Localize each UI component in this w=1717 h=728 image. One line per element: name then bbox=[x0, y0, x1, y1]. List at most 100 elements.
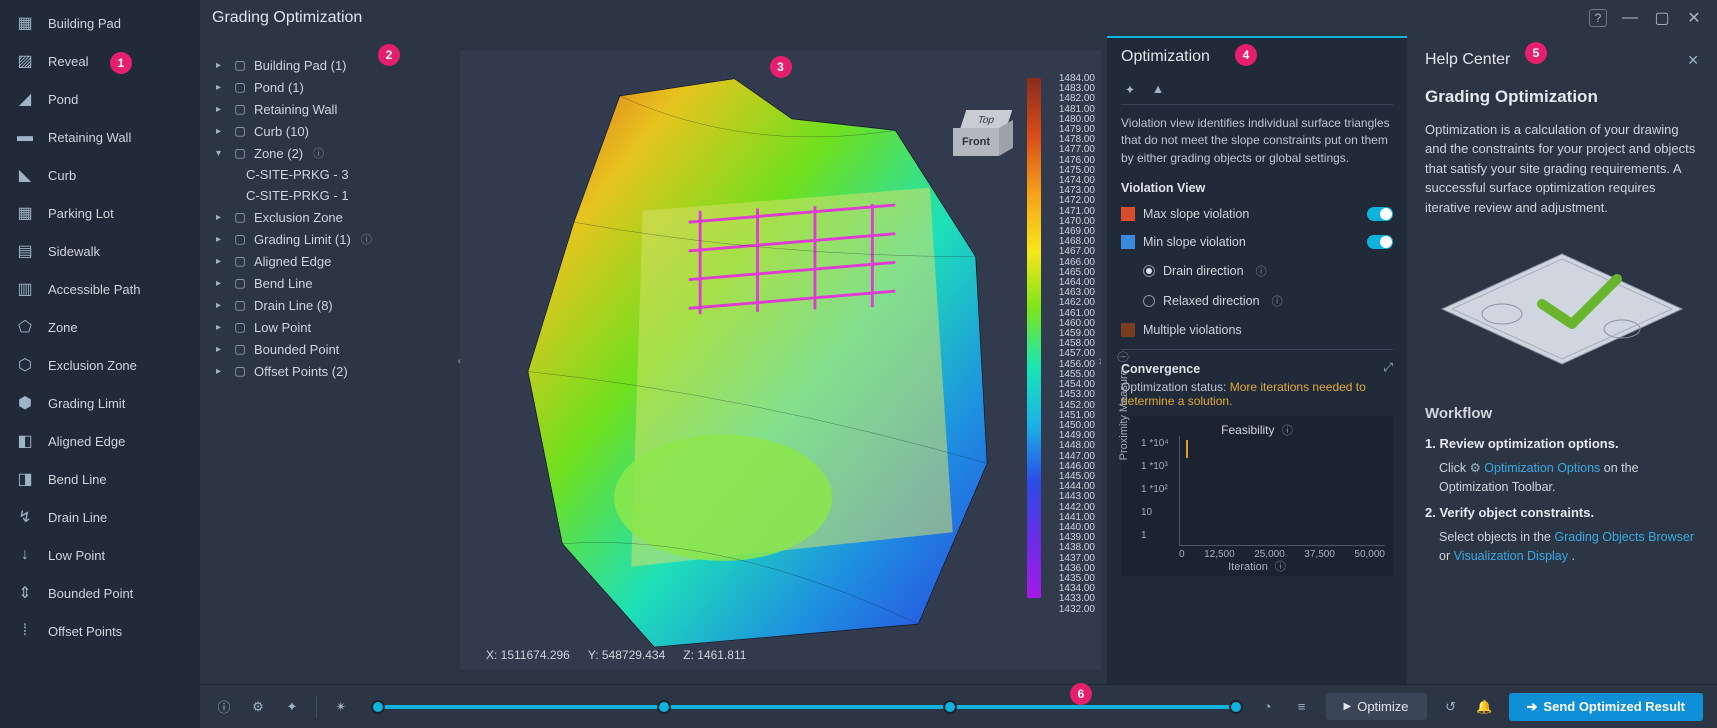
parking-lot-icon: ▦ bbox=[14, 202, 36, 224]
caret-icon[interactable]: ▸ bbox=[216, 278, 226, 289]
slider-handle-1[interactable] bbox=[371, 700, 385, 714]
tool-bounded-point[interactable]: ⇕Bounded Point bbox=[0, 574, 200, 612]
tree-item[interactable]: ▸▢Aligned Edge bbox=[214, 250, 454, 272]
visualization-display[interactable]: 3 bbox=[460, 50, 1101, 670]
tree-item[interactable]: ▸▢Curb (10) bbox=[214, 120, 454, 142]
maximize-button[interactable]: ▢ bbox=[1651, 7, 1673, 29]
tool-aligned-edge[interactable]: ◧Aligned Edge bbox=[0, 422, 200, 460]
tool-grading-limit[interactable]: ⬢Grading Limit bbox=[0, 384, 200, 422]
caret-icon[interactable]: ▸ bbox=[216, 104, 226, 115]
convergence-section: Convergence ⤢ Optimization status: More … bbox=[1121, 349, 1393, 576]
optimization-options-icon[interactable]: ≡ bbox=[1292, 697, 1312, 717]
caret-icon[interactable]: ▸ bbox=[216, 256, 226, 267]
tool-low-point[interactable]: ↓Low Point bbox=[0, 536, 200, 574]
notifications-icon[interactable]: 🔔 bbox=[1475, 697, 1495, 717]
retaining-wall-icon: ▬ bbox=[14, 126, 36, 148]
sliders-icon: ⚙ bbox=[1470, 461, 1481, 475]
elevation-label: 1443.00 bbox=[1059, 492, 1095, 502]
tree-child-item[interactable]: C-SITE-PRKG - 3 bbox=[214, 164, 454, 185]
viewcube[interactable]: Top Front bbox=[953, 110, 1013, 166]
caret-icon[interactable]: ▸ bbox=[216, 126, 226, 137]
relaxed-direction-radio[interactable] bbox=[1143, 295, 1155, 307]
tool-offset-points[interactable]: ⁞Offset Points bbox=[0, 612, 200, 650]
tool-sidewalk[interactable]: ▤Sidewalk bbox=[0, 232, 200, 270]
slider-handle-3[interactable] bbox=[943, 700, 957, 714]
slider-handle-4[interactable] bbox=[1229, 700, 1243, 714]
tool-label: Low Point bbox=[48, 548, 105, 563]
tool-accessible-path[interactable]: ▥Accessible Path bbox=[0, 270, 200, 308]
drain-direction-radio[interactable] bbox=[1143, 265, 1155, 277]
slider-handle-2[interactable] bbox=[657, 700, 671, 714]
viewcube-front[interactable]: Front bbox=[953, 128, 999, 156]
optimize-button[interactable]: ▶Optimize bbox=[1326, 693, 1427, 720]
tree-item[interactable]: ▸▢Grading Limit (1)ⓘ bbox=[214, 228, 454, 250]
tree-item[interactable]: ▸▢Retaining Wall bbox=[214, 98, 454, 120]
tree-item[interactable]: ▾▢Zone (2)ⓘ bbox=[214, 142, 454, 164]
tree-item-label: Zone (2) bbox=[254, 146, 303, 161]
info-icon[interactable]: ⓘ bbox=[1272, 293, 1283, 309]
tree-item-label: Pond (1) bbox=[254, 80, 304, 95]
tree-item[interactable]: ▸▢Offset Points (2) bbox=[214, 360, 454, 382]
tool-zone[interactable]: ⬠Zone bbox=[0, 308, 200, 346]
help-button[interactable]: ? bbox=[1587, 7, 1609, 29]
expand-viewport-handle[interactable]: › bbox=[1098, 352, 1101, 368]
info-icon[interactable]: ⓘ bbox=[214, 697, 234, 717]
minimize-button[interactable]: — bbox=[1619, 7, 1641, 29]
tree-item[interactable]: ▸▢Bounded Point bbox=[214, 338, 454, 360]
multiple-violations-swatch bbox=[1121, 323, 1135, 337]
close-button[interactable]: ✕ bbox=[1683, 7, 1705, 29]
grading-objects-browser-link[interactable]: Grading Objects Browser bbox=[1554, 530, 1694, 544]
info-icon[interactable]: ⓘ bbox=[1256, 263, 1267, 279]
optimization-options-link[interactable]: Optimization Options bbox=[1484, 461, 1600, 475]
speed-icon[interactable]: ◔ bbox=[1258, 697, 1278, 717]
tree-item[interactable]: ▸▢Drain Line (8) bbox=[214, 294, 454, 316]
violation-view-tab-icon[interactable]: ✦ bbox=[1121, 80, 1139, 98]
caret-icon[interactable]: ▸ bbox=[216, 60, 226, 71]
relaxed-direction-row: Relaxed direction ⓘ bbox=[1121, 291, 1393, 311]
tool-reveal[interactable]: ▨Reveal bbox=[0, 42, 200, 80]
tool-parking-lot[interactable]: ▦Parking Lot bbox=[0, 194, 200, 232]
help-close-button[interactable]: ✕ bbox=[1687, 50, 1699, 71]
tool-drain-line[interactable]: ↯Drain Line bbox=[0, 498, 200, 536]
caret-icon[interactable]: ▸ bbox=[216, 234, 226, 245]
tool-curb[interactable]: ◣Curb bbox=[0, 156, 200, 194]
reveal-icon: ▨ bbox=[14, 50, 36, 72]
send-optimized-result-button[interactable]: ➔Send Optimized Result bbox=[1509, 693, 1703, 721]
tree-item[interactable]: ▸▢Pond (1) bbox=[214, 76, 454, 98]
tree-item[interactable]: ▸▢Low Point bbox=[214, 316, 454, 338]
info-icon[interactable]: ⓘ bbox=[361, 231, 372, 247]
caret-icon[interactable]: ▸ bbox=[216, 344, 226, 355]
caret-icon[interactable]: ▸ bbox=[216, 322, 226, 333]
max-slope-toggle[interactable] bbox=[1367, 207, 1393, 221]
stage-start-icon[interactable]: ✴ bbox=[331, 697, 351, 717]
undo-icon[interactable]: ↺ bbox=[1441, 697, 1461, 717]
tree-item[interactable]: ▸▢Exclusion Zone bbox=[214, 206, 454, 228]
caret-icon[interactable]: ▸ bbox=[216, 212, 226, 223]
max-slope-row: Max slope violation bbox=[1121, 205, 1393, 223]
other-view-tab-icon[interactable]: ▲ bbox=[1149, 80, 1167, 98]
caret-icon[interactable]: ▸ bbox=[216, 300, 226, 311]
expand-icon[interactable]: ⤢ bbox=[1383, 360, 1393, 375]
tool-exclusion-zone[interactable]: ⬡Exclusion Zone bbox=[0, 346, 200, 384]
caret-icon[interactable]: ▸ bbox=[216, 366, 226, 377]
tree-item[interactable]: ▸▢Building Pad (1) bbox=[214, 54, 454, 76]
tool-retaining-wall[interactable]: ▬Retaining Wall bbox=[0, 118, 200, 156]
view-mode-icon[interactable]: ✦ bbox=[282, 697, 302, 717]
caret-icon[interactable]: ▸ bbox=[216, 82, 226, 93]
sidewalk-icon: ▤ bbox=[14, 240, 36, 262]
caret-icon[interactable]: ▾ bbox=[216, 148, 226, 159]
visualization-display-link[interactable]: Visualization Display bbox=[1454, 549, 1568, 563]
progress-slider[interactable] bbox=[371, 705, 1238, 709]
tool-building-pad[interactable]: ▦Building Pad bbox=[0, 4, 200, 42]
gear-icon[interactable]: ⚙ bbox=[248, 697, 268, 717]
info-icon[interactable]: ⓘ bbox=[313, 145, 324, 161]
tree-item[interactable]: ▸▢Bend Line bbox=[214, 272, 454, 294]
min-slope-toggle[interactable] bbox=[1367, 235, 1393, 249]
tool-bend-line[interactable]: ◨Bend Line bbox=[0, 460, 200, 498]
coord-x: X: 1511674.296 bbox=[486, 648, 570, 662]
elevation-label: 1448.00 bbox=[1059, 441, 1095, 451]
tree-item-label: Exclusion Zone bbox=[254, 210, 343, 225]
tool-pond[interactable]: ◢Pond bbox=[0, 80, 200, 118]
tree-child-item[interactable]: C-SITE-PRKG - 1 bbox=[214, 185, 454, 206]
viewcube-side[interactable] bbox=[999, 120, 1013, 156]
